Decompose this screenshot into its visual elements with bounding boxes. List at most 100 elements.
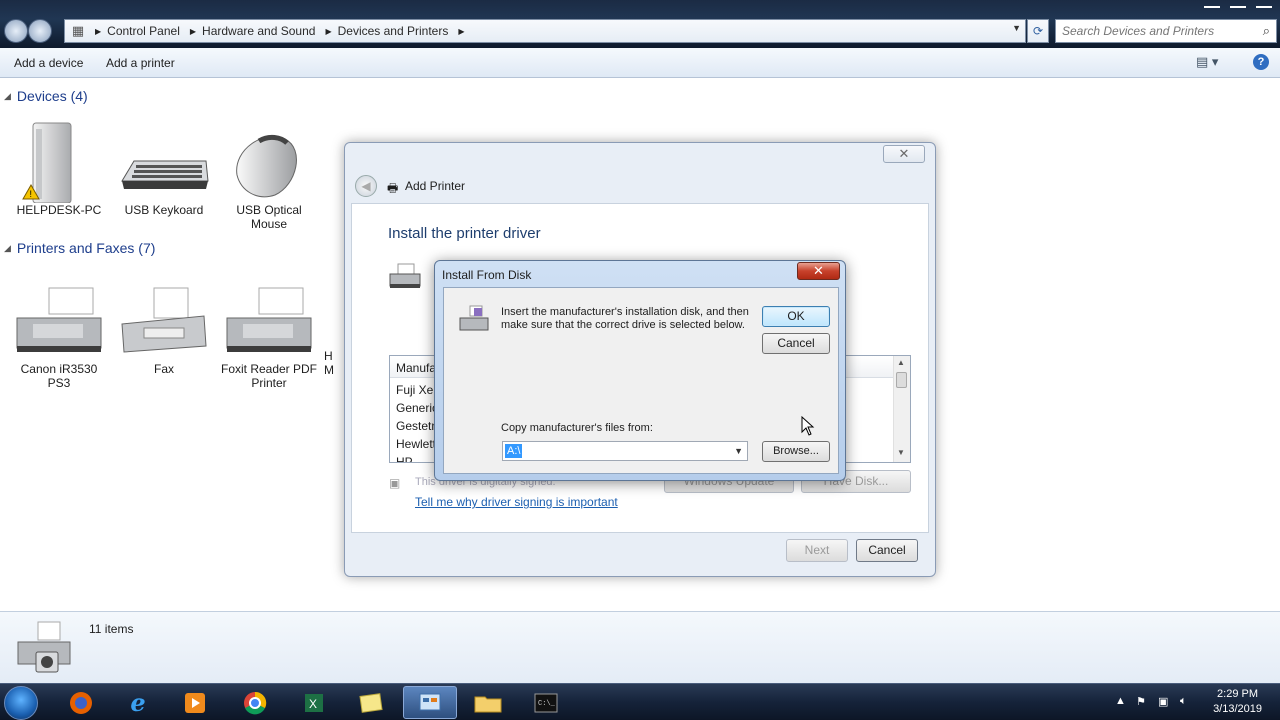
device-usb-optical-mouse[interactable]: USB Optical Mouse — [219, 115, 319, 231]
device-helpdesk-pc[interactable]: ! HELPDESK-PC — [9, 115, 109, 217]
printers-group-label: Printers and Faxes (7) — [16, 240, 156, 256]
dialog-close-button[interactable]: ✕ — [797, 262, 840, 280]
network-icon[interactable]: ▣ — [1158, 695, 1168, 708]
keyboard-icon — [114, 115, 214, 203]
dialog-cancel-button[interactable]: Cancel — [762, 333, 830, 354]
wizard-heading: Install the printer driver — [388, 225, 541, 242]
svg-text:!: ! — [30, 189, 33, 199]
printers-group-header[interactable]: ◢ Printers and Faxes (7) — [4, 240, 155, 256]
firefox-icon[interactable] — [54, 686, 108, 719]
list-item[interactable]: Generic — [396, 401, 438, 415]
item-count: 11 items — [89, 622, 134, 636]
excel-icon[interactable]: X — [287, 686, 341, 719]
list-scrollbar[interactable]: ▲ ▼ — [893, 356, 910, 462]
action-center-flag-icon[interactable]: ⚑ — [1136, 695, 1146, 708]
address-dropdown-icon[interactable]: ▼ — [1012, 23, 1021, 33]
title-bar: ▦ ▶ Control Panel ▶ Hardware and Sound ▶… — [0, 0, 1280, 48]
next-button[interactable]: Next — [786, 539, 848, 562]
view-options-icon[interactable]: ▤ ▾ — [1196, 54, 1218, 70]
sticky-notes-icon[interactable] — [345, 686, 399, 719]
search-box[interactable]: ⌕ — [1055, 19, 1277, 43]
add-device-button[interactable]: Add a device — [14, 56, 83, 70]
address-bar[interactable]: ▦ ▶ Control Panel ▶ Hardware and Sound ▶… — [64, 19, 1026, 43]
command-prompt-icon[interactable]: C:\_ — [519, 686, 573, 719]
chevron-down-icon[interactable]: ▼ — [734, 446, 743, 456]
disk-drive-icon — [458, 304, 490, 337]
taskbar: e X C:\_ ▲ ⚑ ▣ 🔈︎ 2:29 PM 3/13/2019 — [0, 683, 1280, 720]
window-controls — [1204, 0, 1272, 10]
chevron-right-icon[interactable]: ▶ — [91, 27, 105, 36]
install-from-disk-dialog: Install From Disk ✕ Insert the manufactu… — [434, 260, 846, 481]
list-item[interactable]: HP — [396, 455, 413, 462]
device-label: HELPDESK-PC — [16, 203, 102, 217]
ok-button[interactable]: OK — [762, 306, 830, 327]
printer-label: Foxit Reader PDF Printer — [220, 362, 318, 390]
file-explorer-icon[interactable] — [461, 686, 515, 719]
add-printer-button[interactable]: Add a printer — [106, 56, 175, 70]
printer-icon — [9, 284, 109, 362]
driver-signing-link[interactable]: Tell me why driver signing is important — [415, 495, 618, 509]
details-pane: 11 items — [0, 611, 1280, 683]
chrome-icon[interactable] — [228, 686, 282, 719]
browse-button[interactable]: Browse... — [762, 441, 830, 462]
breadcrumb-devices-and-printers[interactable]: Devices and Printers — [336, 24, 455, 38]
control-panel-icon: ▦ — [71, 23, 85, 38]
printer-camera-icon — [14, 620, 74, 679]
list-item[interactable]: Hewlett — [396, 437, 436, 451]
printer-label: Fax — [153, 362, 174, 376]
printer-icon — [219, 284, 319, 362]
devices-group-header[interactable]: ◢ Devices (4) — [4, 88, 88, 104]
system-clock[interactable]: 2:29 PM 3/13/2019 — [1213, 687, 1262, 717]
wizard-cancel-button[interactable]: Cancel — [856, 539, 918, 562]
dialog-title: Install From Disk — [442, 268, 532, 282]
forward-button[interactable] — [28, 19, 52, 43]
printer-partially-hidden[interactable]: H M — [324, 349, 344, 377]
breadcrumb-control-panel[interactable]: Control Panel — [105, 24, 186, 38]
breadcrumb-hardware-and-sound[interactable]: Hardware and Sound — [200, 24, 321, 38]
list-item[interactable]: Fuji Xer — [396, 383, 437, 397]
devices-group-label: Devices (4) — [16, 88, 88, 104]
scroll-thumb[interactable] — [896, 372, 907, 388]
printer-driver-icon — [388, 262, 422, 293]
svg-text:X: X — [309, 697, 317, 711]
chevron-right-icon[interactable]: ▶ — [321, 27, 335, 36]
close-button[interactable] — [1256, 0, 1272, 8]
minimize-button[interactable] — [1204, 0, 1220, 8]
refresh-button[interactable]: ⟳ — [1027, 19, 1049, 43]
clock-time: 2:29 PM — [1217, 688, 1259, 700]
show-hidden-icons[interactable]: ▲ — [1115, 695, 1126, 707]
printer-label: H M — [324, 349, 334, 377]
collapse-triangle-icon[interactable]: ◢ — [4, 243, 11, 254]
back-button[interactable] — [4, 19, 28, 43]
scroll-up-icon[interactable]: ▲ — [897, 358, 905, 367]
wizard-close-button[interactable]: ✕ — [883, 145, 925, 163]
scroll-down-icon[interactable]: ▼ — [897, 448, 905, 457]
help-icon[interactable]: ? — [1253, 54, 1269, 70]
mouse-icon — [219, 115, 319, 203]
search-icon[interactable]: ⌕ — [1263, 23, 1270, 39]
computer-warning-icon: ! — [9, 115, 109, 204]
printer-foxit-reader-pdf[interactable]: Foxit Reader PDF Printer — [219, 284, 319, 390]
chevron-right-icon[interactable]: ▶ — [186, 27, 200, 36]
printer-fax[interactable]: Fax — [114, 284, 214, 376]
start-button[interactable] — [4, 686, 38, 720]
collapse-triangle-icon[interactable]: ◢ — [4, 91, 11, 102]
source-path-value[interactable]: A:\ — [505, 444, 523, 458]
wizard-back-button[interactable]: ◀ — [355, 175, 377, 197]
chevron-right-icon[interactable]: ▶ — [454, 27, 468, 36]
media-player-icon[interactable] — [168, 686, 222, 719]
source-path-combobox[interactable]: A:\ ▼ — [502, 441, 748, 461]
list-item[interactable]: Gestetn — [396, 419, 438, 433]
dialog-body: Insert the manufacturer's installation d… — [443, 287, 839, 474]
command-bar: Add a device Add a printer ▤ ▾ ? — [0, 48, 1280, 78]
printer-canon-ir3530[interactable]: Canon iR3530 PS3 — [9, 284, 109, 390]
internet-explorer-icon[interactable]: e — [111, 686, 165, 719]
search-input[interactable] — [1062, 24, 1252, 38]
fax-icon — [114, 284, 214, 362]
maximize-button[interactable] — [1230, 0, 1246, 8]
signed-driver-icon: ▣ — [389, 476, 401, 490]
device-usb-keyboard[interactable]: USB Keykoard — [114, 115, 214, 217]
volume-icon[interactable]: 🔈︎ — [1180, 695, 1187, 708]
control-panel-icon[interactable] — [403, 686, 457, 719]
mouse-cursor-icon — [801, 415, 815, 439]
